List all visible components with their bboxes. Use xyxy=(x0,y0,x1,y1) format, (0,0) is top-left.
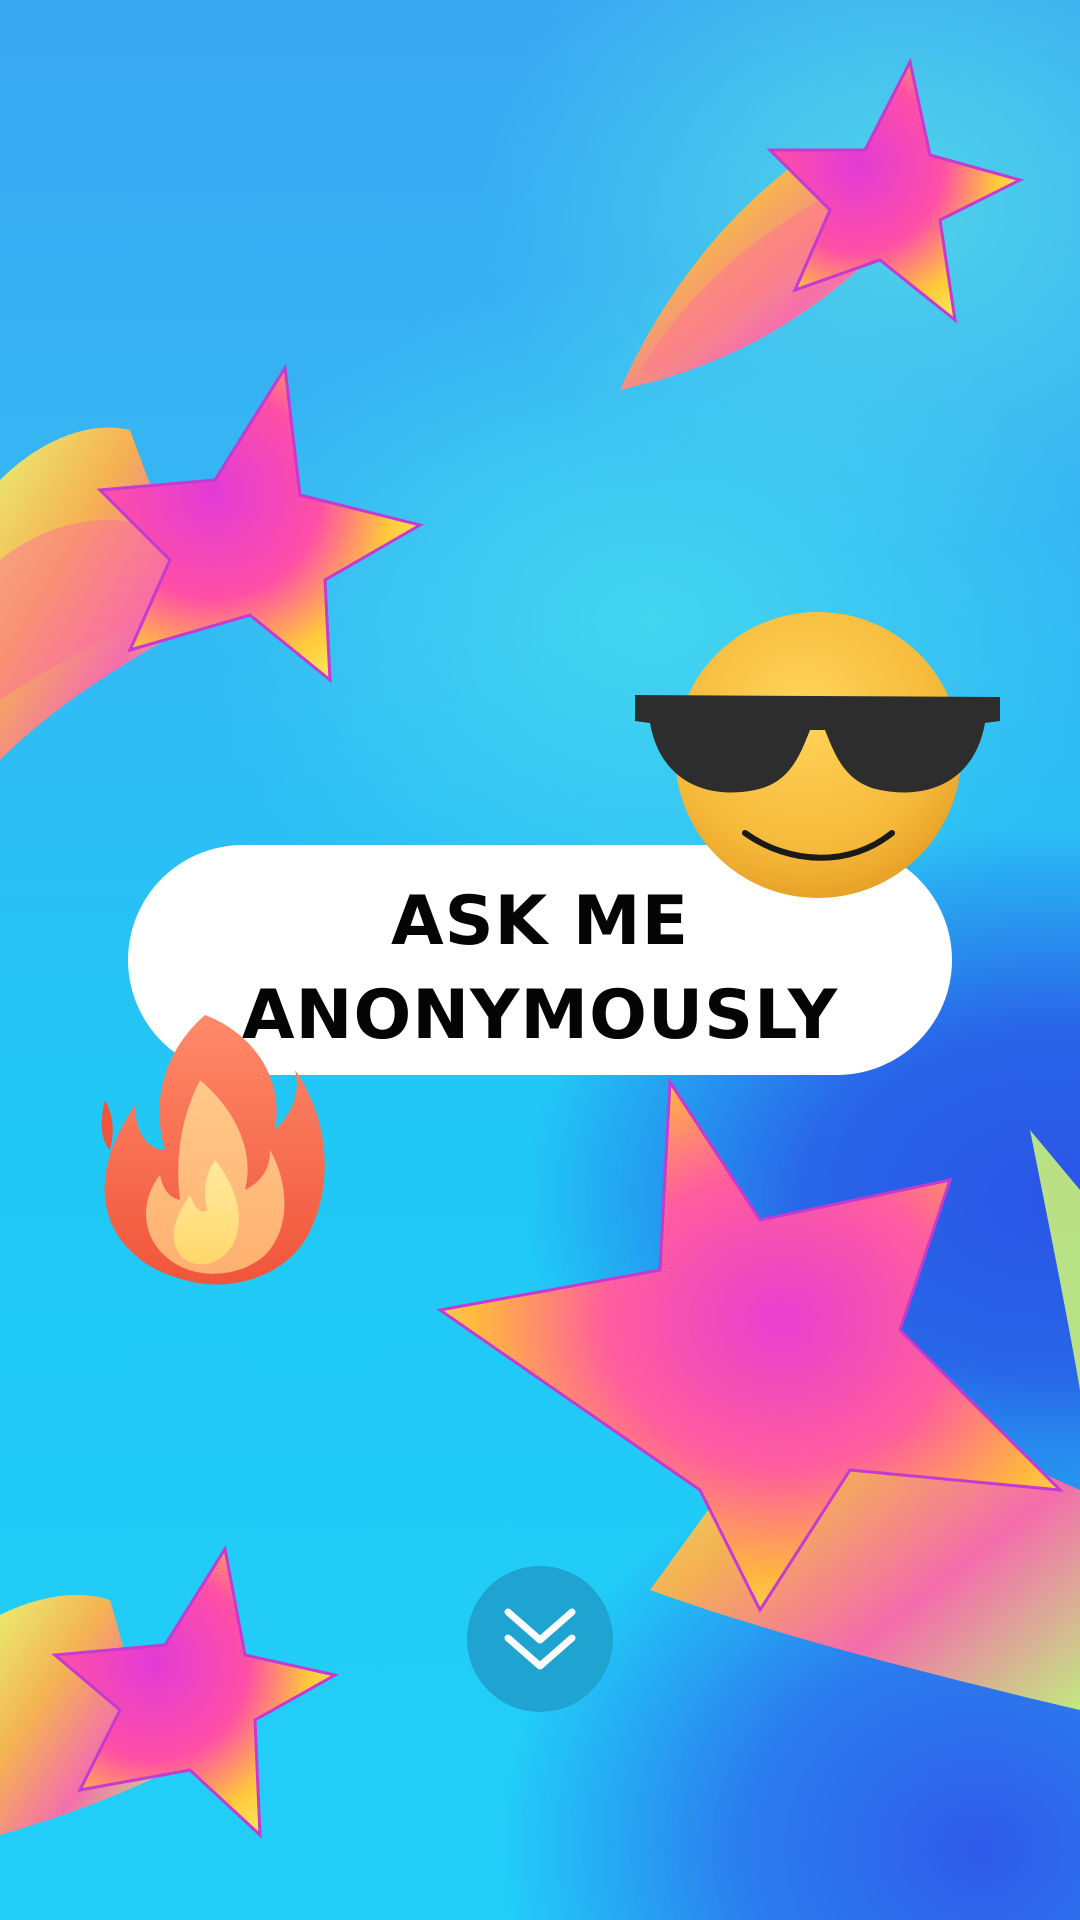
fire-icon xyxy=(101,1015,325,1285)
shooting-star-icon xyxy=(0,1545,340,1839)
double-chevron-down-icon xyxy=(504,1608,576,1670)
shooting-star-icon xyxy=(620,57,1025,390)
shooting-star-icon xyxy=(0,363,424,760)
scroll-down-button[interactable] xyxy=(467,1566,613,1712)
smiling-face-with-sunglasses-icon xyxy=(635,612,1000,898)
